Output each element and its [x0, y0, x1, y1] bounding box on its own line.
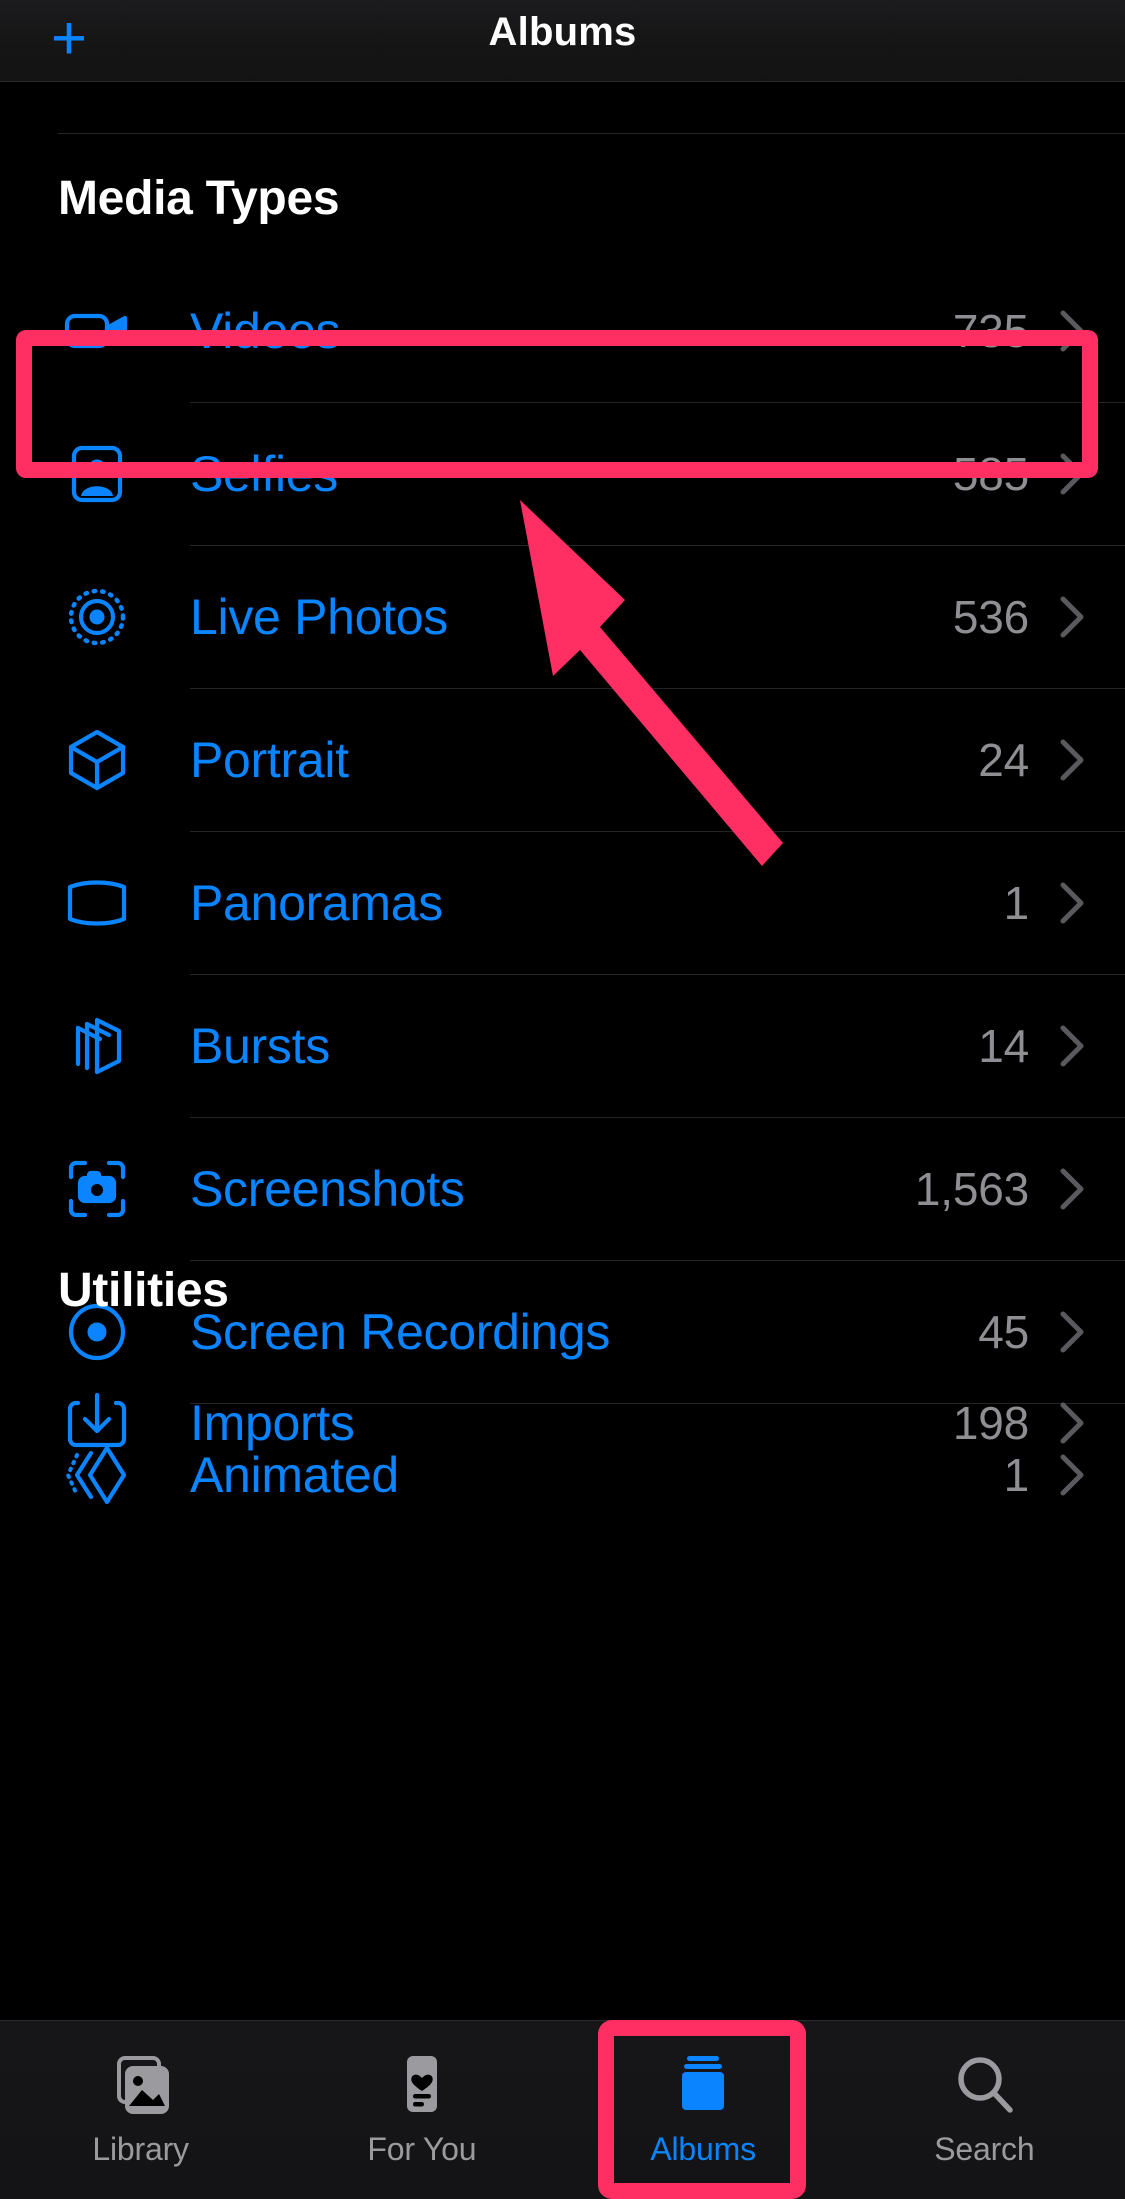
row-label: Panoramas: [190, 874, 443, 931]
chevron-right-icon: [1055, 1398, 1089, 1448]
row-divider: [190, 545, 1125, 546]
row-count: 14: [978, 1019, 1029, 1072]
section-header-media-types: Media Types: [58, 172, 340, 225]
navigation-bar: + Albums: [0, 0, 1125, 82]
tab-label: For You: [367, 2131, 477, 2167]
list-row-imports[interactable]: Imports 198: [0, 1351, 1125, 1494]
tab-label: Albums: [650, 2131, 756, 2167]
row-count: 198: [952, 1396, 1029, 1449]
heart-card-icon: [388, 2045, 456, 2123]
list-row-bursts[interactable]: Bursts 14: [0, 974, 1125, 1117]
list-row-videos[interactable]: Videos 735: [0, 259, 1125, 402]
chevron-right-icon: [1055, 306, 1089, 356]
row-divider: [190, 1117, 1125, 1118]
row-label: Portrait: [190, 731, 349, 788]
list-row-screenshots[interactable]: Screenshots 1,563: [0, 1117, 1125, 1260]
section-header-utilities: Utilities: [58, 1264, 229, 1317]
person-in-frame-icon: [58, 435, 136, 513]
tab-library[interactable]: Library: [0, 2021, 281, 2199]
row-label: Imports: [190, 1394, 355, 1451]
chevron-right-icon: [1055, 878, 1089, 928]
cube-icon: [58, 721, 136, 799]
tab-for-you[interactable]: For You: [281, 2021, 562, 2199]
row-label: Bursts: [190, 1017, 330, 1074]
row-divider: [190, 259, 1125, 260]
burst-stack-icon: [58, 1007, 136, 1085]
tab-albums[interactable]: Albums: [563, 2021, 844, 2199]
import-tray-icon: [58, 1384, 136, 1462]
row-count: 24: [978, 733, 1029, 786]
screenshot-icon: [58, 1150, 136, 1228]
row-label: Live Photos: [190, 588, 448, 645]
page-title: Albums: [488, 10, 637, 54]
list-row-live-photos[interactable]: Live Photos 536: [0, 545, 1125, 688]
row-divider: [190, 402, 1125, 403]
row-divider: [190, 1260, 1125, 1261]
row-label: Selfies: [190, 445, 338, 502]
albums-icon: [669, 2045, 737, 2123]
row-count: 735: [952, 304, 1029, 357]
magnifier-icon: [950, 2045, 1018, 2123]
chevron-right-icon: [1055, 592, 1089, 642]
utilities-list: Imports 198: [0, 1351, 1125, 1494]
tab-label: Library: [92, 2131, 189, 2167]
list-row-portrait[interactable]: Portrait 24: [0, 688, 1125, 831]
row-count: 536: [952, 590, 1029, 643]
live-photo-icon: [58, 578, 136, 656]
row-label: Screenshots: [190, 1160, 465, 1217]
chevron-right-icon: [1055, 1021, 1089, 1071]
tab-bar: Library For You Albums Search: [0, 2020, 1125, 2199]
row-divider: [190, 688, 1125, 689]
row-divider: [190, 831, 1125, 832]
chevron-right-icon: [1055, 1164, 1089, 1214]
tab-label: Search: [934, 2131, 1035, 2167]
row-divider: [190, 974, 1125, 975]
top-divider: [58, 133, 1125, 134]
list-row-panoramas[interactable]: Panoramas 1: [0, 831, 1125, 974]
row-count: 585: [952, 447, 1029, 500]
panorama-icon: [58, 864, 136, 942]
list-row-selfies[interactable]: Selfies 585: [0, 402, 1125, 545]
row-count: 1: [1003, 876, 1030, 929]
photo-stack-icon: [107, 2045, 175, 2123]
albums-scroll-view[interactable]: Media Types Videos 735 Selfies 585 Live …: [0, 83, 1125, 2020]
video-camera-icon: [58, 292, 136, 370]
tab-search[interactable]: Search: [844, 2021, 1125, 2199]
row-count: 1,563: [914, 1162, 1029, 1215]
chevron-right-icon: [1055, 735, 1089, 785]
row-divider: [190, 1351, 1125, 1352]
chevron-right-icon: [1055, 1307, 1089, 1357]
chevron-right-icon: [1055, 449, 1089, 499]
row-label: Videos: [190, 302, 341, 359]
